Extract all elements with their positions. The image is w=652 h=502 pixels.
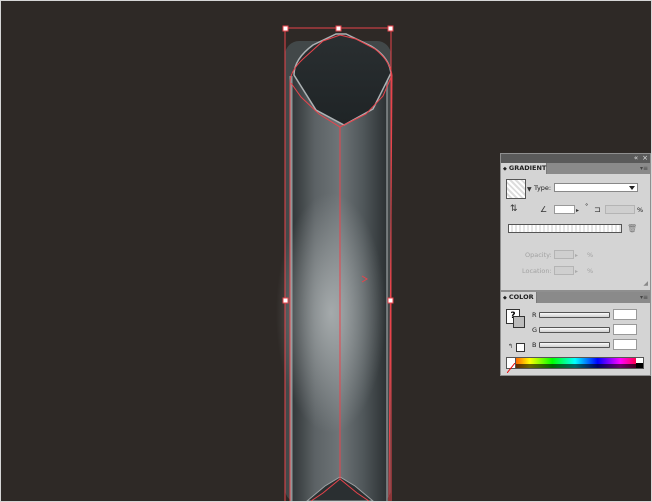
opacity-stepper-icon[interactable]: ▸ — [575, 251, 578, 260]
type-value — [555, 194, 557, 201]
none-swatch-icon[interactable] — [516, 343, 525, 352]
location-percent-symbol: % — [587, 267, 594, 275]
location-label: Location: — [522, 267, 552, 275]
resize-grip-icon[interactable]: ◢ — [643, 279, 648, 288]
gradient-panel-title: GRADIENT — [508, 164, 547, 172]
panel-menu-icon[interactable]: ▾≡ — [639, 294, 648, 301]
panel-menu-icon[interactable]: ▾≡ — [639, 165, 648, 172]
resize-handle-right[interactable] — [387, 297, 394, 304]
b-channel-label: B — [532, 341, 537, 349]
gradient-panel: « × ◆ GRADIENT ▾≡ ▼ Type: ⇅ ∠ ▸ ° ⊐ % 🗑 O… — [500, 153, 651, 291]
reverse-gradient-icon[interactable]: ⇅ — [510, 205, 518, 214]
tab-gradient[interactable]: ◆ GRADIENT — [501, 163, 547, 174]
swatch-dropdown-icon[interactable]: ▼ — [527, 185, 532, 194]
color-tabbar: ◆ COLOR ▾≡ — [501, 292, 650, 303]
panel-dock-header: « × — [501, 154, 650, 163]
tab-color[interactable]: ◆ COLOR — [501, 292, 537, 303]
opacity-field[interactable] — [554, 250, 574, 259]
collapse-icon[interactable]: « — [633, 155, 639, 162]
color-spectrum-bar[interactable] — [506, 357, 644, 374]
resize-handle-left[interactable] — [282, 297, 289, 304]
black-white-swatch[interactable] — [636, 358, 643, 368]
opacity-label: Opacity: — [525, 251, 552, 259]
g-channel-label: G — [532, 326, 538, 334]
type-dropdown[interactable] — [554, 183, 638, 192]
aspect-percent-symbol: % — [637, 206, 644, 214]
r-channel-slider[interactable] — [539, 312, 610, 318]
gradient-preview-swatch[interactable] — [506, 179, 526, 199]
fill-stroke-icon[interactable] — [513, 316, 525, 328]
none-slash-icon — [506, 362, 516, 374]
resize-handle-top-left[interactable] — [282, 25, 289, 32]
g-channel-field[interactable] — [613, 324, 637, 335]
aspect-ratio-field[interactable] — [605, 205, 635, 214]
resize-handle-top-right[interactable] — [387, 25, 394, 32]
opacity-percent-symbol: % — [587, 251, 594, 259]
degree-symbol: ° — [585, 202, 589, 210]
delete-stop-icon[interactable]: 🗑 — [627, 224, 637, 233]
r-channel-label: R — [532, 311, 537, 319]
resize-handle-top[interactable] — [335, 25, 342, 32]
b-channel-slider[interactable] — [539, 342, 610, 348]
color-panel-title: COLOR — [508, 293, 534, 301]
panel-options-toggle-icon[interactable]: ◆ — [503, 295, 507, 301]
angle-stepper-icon[interactable]: ▸ — [576, 206, 579, 215]
location-stepper-icon[interactable]: ▸ — [575, 267, 578, 276]
g-channel-slider[interactable] — [539, 327, 610, 333]
swap-fill-stroke-icon[interactable]: ↰ — [508, 342, 513, 351]
r-channel-field[interactable] — [613, 309, 637, 320]
color-panel: ◆COLOR ▾≡ ? ↰ R G B — [500, 291, 651, 376]
angle-field[interactable] — [554, 205, 575, 214]
gradient-tabbar: ◆ GRADIENT ▾≡ — [501, 163, 650, 174]
location-field[interactable] — [554, 266, 574, 275]
aspect-ratio-icon: ⊐ — [594, 205, 601, 214]
gradient-slider[interactable] — [508, 224, 622, 233]
b-channel-field[interactable] — [613, 339, 637, 350]
panel-options-toggle-icon[interactable]: ◆ — [503, 166, 507, 172]
none-color-swatch[interactable] — [506, 358, 516, 374]
handle-shape[interactable] — [276, 33, 392, 501]
type-label: Type: — [534, 184, 552, 192]
close-icon[interactable]: × — [642, 155, 648, 162]
angle-icon: ∠ — [540, 205, 548, 214]
chevron-down-icon — [629, 186, 635, 190]
